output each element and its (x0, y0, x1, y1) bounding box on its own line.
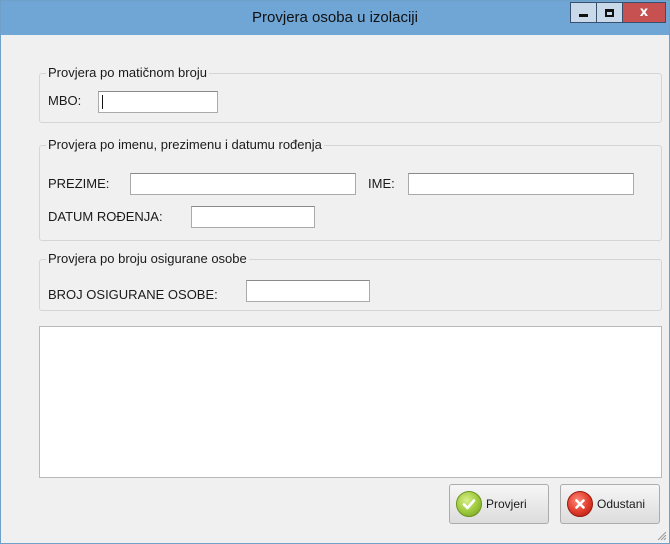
datum-rodjenja-input[interactable] (191, 206, 315, 228)
window-title: Provjera osoba u izolaciji (252, 9, 418, 26)
results-box[interactable] (39, 326, 662, 478)
mbo-input[interactable] (98, 91, 218, 113)
odustani-button[interactable]: Odustani (560, 484, 660, 524)
minimize-icon (579, 14, 588, 17)
mbo-group-legend: Provjera po matičnom broju (46, 65, 209, 80)
provjeri-button[interactable]: Provjeri (449, 484, 549, 524)
checkmark-icon (456, 491, 482, 517)
ime-input[interactable] (408, 173, 634, 195)
insurance-groupbox: Provjera po broju osigurane osobe BROJ O… (39, 251, 662, 311)
cancel-x-icon (567, 491, 593, 517)
broj-osigurane-osobe-label: BROJ OSIGURANE OSOBE: (48, 287, 218, 302)
resize-grip-icon[interactable] (655, 529, 667, 541)
ime-label: IME: (368, 176, 395, 191)
mbo-groupbox: Provjera po matičnom broju MBO: (39, 65, 662, 123)
name-group-legend: Provjera po imenu, prezimenu i datumu ro… (46, 137, 324, 152)
broj-osigurane-osobe-input[interactable] (246, 280, 370, 302)
odustani-button-label: Odustani (597, 497, 646, 511)
dialog-window: Provjera osoba u izolaciji x Provjera po… (0, 0, 670, 544)
datum-rodjenja-label: DATUM ROĐENJA: (48, 209, 163, 224)
text-cursor (102, 95, 103, 109)
title-bar[interactable]: Provjera osoba u izolaciji x (1, 1, 669, 35)
maximize-button[interactable] (597, 2, 623, 23)
prezime-label: PREZIME: (48, 176, 110, 191)
maximize-icon (605, 8, 614, 17)
name-groupbox: Provjera po imenu, prezimenu i datumu ro… (39, 137, 662, 241)
insurance-group-legend: Provjera po broju osigurane osobe (46, 251, 249, 266)
mbo-label: MBO: (48, 93, 82, 108)
provjeri-button-label: Provjeri (486, 497, 527, 511)
prezime-input[interactable] (130, 173, 356, 195)
close-button[interactable]: x (623, 2, 666, 23)
close-icon: x (639, 5, 649, 20)
minimize-button[interactable] (570, 2, 597, 23)
